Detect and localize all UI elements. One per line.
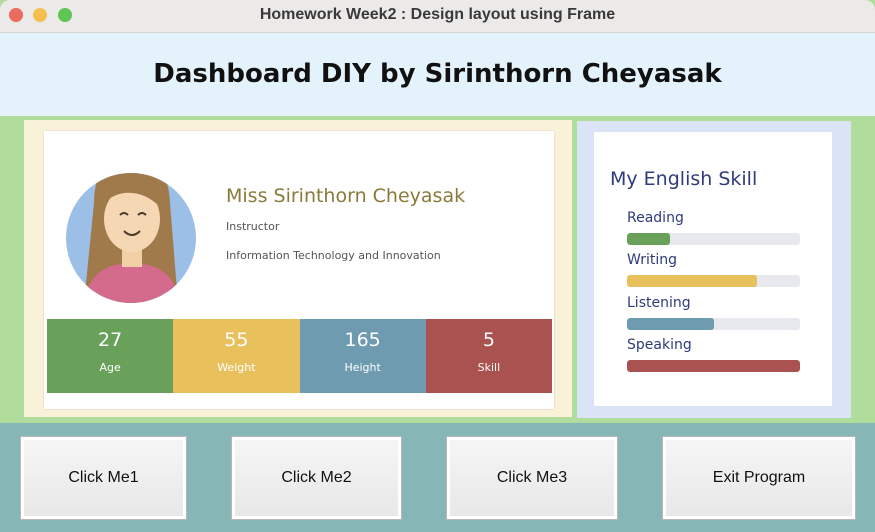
- profile-role: Instructor: [226, 220, 280, 233]
- skill-label-reading: Reading: [627, 210, 684, 226]
- skill-bar-speaking: [627, 360, 800, 372]
- click-me2-button[interactable]: Click Me2: [231, 436, 402, 520]
- stats-row: 27 Age 55 Weight 165 Height 5 Skill: [47, 319, 552, 393]
- skill-bar-fill: [627, 318, 714, 330]
- profile-department: Information Technology and Innovation: [226, 249, 441, 262]
- stat-weight: 55 Weight: [173, 319, 300, 393]
- stat-value: 55: [224, 329, 249, 351]
- stat-label: Weight: [217, 361, 256, 374]
- skill-bar-reading: [627, 233, 800, 245]
- header-frame: Dashboard DIY by Sirinthorn Cheyasak: [0, 33, 875, 116]
- stat-height: 165 Height: [299, 319, 426, 393]
- skill-label-listening: Listening: [627, 295, 691, 311]
- skill-bar-fill: [627, 233, 671, 245]
- avatar-illustration: [66, 173, 196, 303]
- exit-program-button[interactable]: Exit Program: [662, 436, 856, 520]
- stat-value: 165: [344, 329, 381, 351]
- skill-card: My English Skill Reading Writing Listeni…: [594, 132, 832, 406]
- skill-bar-fill: [627, 360, 800, 372]
- click-me3-button[interactable]: Click Me3: [446, 436, 618, 520]
- stat-label: Skill: [477, 361, 501, 374]
- dashboard-title: Dashboard DIY by Sirinthorn Cheyasak: [153, 59, 722, 89]
- avatar: [64, 153, 198, 303]
- stat-label: Height: [344, 361, 381, 374]
- skill-bar-fill: [627, 275, 757, 287]
- skill-title: My English Skill: [610, 168, 758, 190]
- profile-name: Miss Sirinthorn Cheyasak: [226, 185, 466, 207]
- skill-label-speaking: Speaking: [627, 337, 692, 353]
- stat-value: 27: [98, 329, 123, 351]
- skill-label-writing: Writing: [627, 252, 677, 268]
- stat-skill: 5 Skill: [425, 319, 552, 393]
- skill-bar-writing: [627, 275, 800, 287]
- title-bar: Homework Week2 : Design layout using Fra…: [0, 0, 875, 33]
- click-me1-button[interactable]: Click Me1: [20, 436, 187, 520]
- window-title: Homework Week2 : Design layout using Fra…: [259, 6, 616, 23]
- stat-value: 5: [482, 329, 495, 351]
- stat-age: 27 Age: [47, 319, 174, 393]
- skill-bar-listening: [627, 318, 800, 330]
- profile-card: Miss Sirinthorn Cheyasak Instructor Info…: [44, 131, 554, 409]
- stat-label: Age: [99, 361, 121, 374]
